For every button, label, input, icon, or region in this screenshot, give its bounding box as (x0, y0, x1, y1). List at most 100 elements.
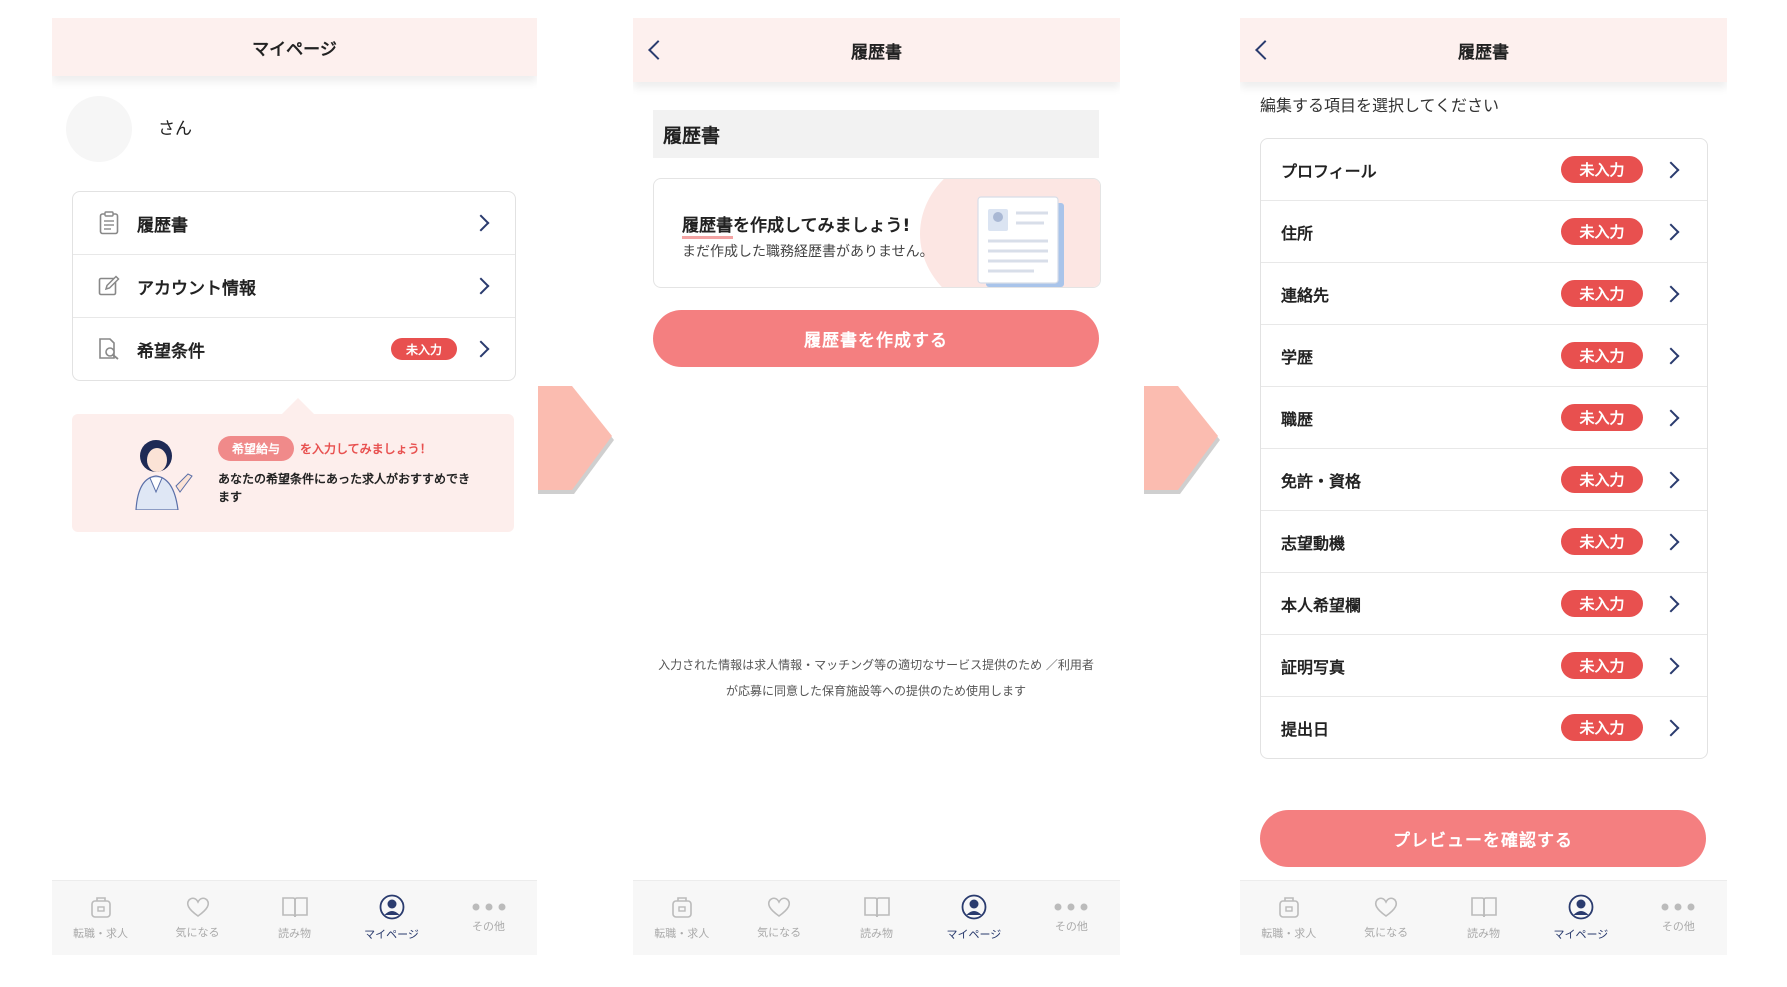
chevron-right-icon (472, 214, 490, 232)
preview-button[interactable]: プレビューを確認する (1260, 810, 1706, 867)
status-badge: 未入力 (1561, 218, 1643, 245)
chevron-right-icon (1662, 595, 1680, 612)
list-item[interactable]: 提出日 未入力 (1261, 697, 1707, 758)
instruction-text: 編集する項目を選択してください (1260, 96, 1500, 115)
menu-item-account[interactable]: アカウント情報 (73, 255, 515, 318)
status-badge: 未入力 (391, 338, 457, 360)
chevron-right-icon (1662, 657, 1680, 674)
tab-reading[interactable]: 読み物 (246, 881, 343, 955)
tab-label: 転職・求人 (1261, 927, 1317, 940)
tab-label: その他 (472, 920, 505, 933)
tab-label: 読み物 (1467, 927, 1501, 940)
chevron-right-icon (1662, 347, 1680, 364)
back-icon[interactable] (648, 40, 668, 60)
empty-resume-card: 履歴書を作成してみましょう! まだ作成した職務経歴書がありません。 (653, 178, 1101, 288)
chevron-right-icon (1662, 533, 1680, 550)
tab-favorites[interactable]: 気になる (730, 881, 827, 955)
list-item[interactable]: 住所 未入力 (1261, 201, 1707, 263)
bottom-tab-bar: 転職・求人 気になる 読み物 マイページ その他 (1240, 880, 1727, 955)
tab-mypage[interactable]: マイページ (925, 881, 1022, 955)
chevron-right-icon (472, 277, 490, 295)
bag-icon (1278, 897, 1299, 918)
user-icon (961, 894, 987, 920)
list-item[interactable]: 本人希望欄 未入力 (1261, 573, 1707, 635)
heart-icon (768, 897, 791, 917)
tab-label: マイページ (364, 928, 419, 941)
section-title: 履歴書 (653, 110, 1099, 158)
book-icon (1470, 897, 1497, 918)
tab-label: マイページ (1553, 928, 1609, 941)
list-item[interactable]: 証明写真 未入力 (1261, 635, 1707, 697)
tip-heading: を入力してみましょう！ (300, 442, 432, 456)
list-item[interactable]: 志望動機 未入力 (1261, 511, 1707, 573)
bag-icon (671, 897, 692, 918)
bottom-tab-bar: 転職・求人 気になる 読み物 マイページ その他 (52, 880, 537, 955)
book-icon (863, 897, 890, 918)
chevron-right-icon (1662, 285, 1680, 302)
tab-favorites[interactable]: 気になる (1337, 881, 1434, 955)
card-subtitle: まだ作成した職務経歴書がありません。 (682, 244, 934, 260)
menu-item-preferences[interactable]: 希望条件 未入力 (73, 318, 515, 380)
tab-favorites[interactable]: 気になる (149, 881, 246, 955)
page-title: マイページ (252, 39, 337, 60)
avatar[interactable] (66, 96, 132, 162)
card-title: 履歴書を作成してみましょう! (682, 211, 910, 239)
tab-label: 気になる (175, 926, 220, 939)
mypage-menu: 履歴書 アカウント情報 希望条件 未入力 (72, 191, 516, 381)
list-item[interactable]: 学歴 未入力 (1261, 325, 1707, 387)
book-icon (281, 897, 308, 918)
more-icon (472, 903, 505, 911)
status-badge: 未入力 (1561, 280, 1643, 307)
back-icon[interactable] (1255, 40, 1275, 60)
tab-other[interactable]: その他 (1630, 881, 1727, 955)
list-item[interactable]: 免許・資格 未入力 (1261, 449, 1707, 511)
bag-icon (90, 897, 111, 918)
tab-label: その他 (1054, 920, 1088, 933)
page-title: 履歴書 (851, 42, 902, 63)
list-item[interactable]: プロフィール 未入力 (1261, 139, 1707, 201)
chevron-right-icon (1662, 471, 1680, 488)
tab-jobs[interactable]: 転職・求人 (1240, 881, 1337, 955)
chevron-right-icon (1662, 409, 1680, 426)
create-resume-button[interactable]: 履歴書を作成する (653, 310, 1099, 367)
tab-label: 読み物 (278, 927, 311, 940)
search-document-icon (97, 336, 121, 362)
page-title: 履歴書 (1458, 42, 1509, 63)
tip-body: あなたの希望条件にあった求人がおすすめできます (218, 472, 471, 504)
tab-jobs[interactable]: 転職・求人 (633, 881, 730, 955)
flow-arrow-icon (538, 386, 614, 494)
tab-label: 読み物 (860, 927, 894, 940)
tab-reading[interactable]: 読み物 (828, 881, 925, 955)
chevron-right-icon (1662, 161, 1680, 178)
menu-item-label: アカウント情報 (137, 278, 256, 299)
status-badge: 未入力 (1561, 652, 1643, 679)
tab-label: 気になる (1364, 926, 1409, 939)
bottom-tab-bar: 転職・求人 気になる 読み物 マイページ その他 (633, 880, 1120, 955)
salary-pill[interactable]: 希望給与 (218, 436, 295, 461)
preference-tip: 希望給与 を入力してみましょう！ あなたの希望条件にあった求人がおすすめできます (72, 398, 514, 532)
status-badge: 未入力 (1561, 528, 1643, 555)
list-item[interactable]: 連絡先 未入力 (1261, 263, 1707, 325)
more-icon (1054, 903, 1088, 911)
privacy-notice: 入力された情報は求人情報・マッチング等の適切なサービス提供のため ／利用者 が応… (658, 658, 1094, 698)
document-icon (97, 210, 121, 236)
list-item[interactable]: 職歴 未入力 (1261, 387, 1707, 449)
chevron-right-icon (1662, 223, 1680, 240)
tab-mypage[interactable]: マイページ (1532, 881, 1629, 955)
menu-item-label: 履歴書 (137, 215, 188, 236)
tab-other[interactable]: その他 (440, 881, 537, 955)
menu-item-resume[interactable]: 履歴書 (73, 192, 515, 255)
status-badge: 未入力 (1561, 156, 1643, 183)
tab-other[interactable]: その他 (1023, 881, 1120, 955)
status-badge: 未入力 (1561, 342, 1643, 369)
status-badge: 未入力 (1561, 404, 1643, 431)
status-badge: 未入力 (1561, 466, 1643, 493)
status-badge: 未入力 (1561, 590, 1643, 617)
tab-mypage[interactable]: マイページ (343, 881, 440, 955)
tab-jobs[interactable]: 転職・求人 (52, 881, 149, 955)
mypage-screen: マイページ さん 履歴書 アカウント情報 希望条件 未入力 希望給与 を入力して… (52, 18, 537, 955)
resume-header: 履歴書 (633, 18, 1120, 82)
tab-reading[interactable]: 読み物 (1435, 881, 1532, 955)
tab-label: その他 (1661, 920, 1695, 933)
mypage-header: マイページ (52, 18, 537, 76)
